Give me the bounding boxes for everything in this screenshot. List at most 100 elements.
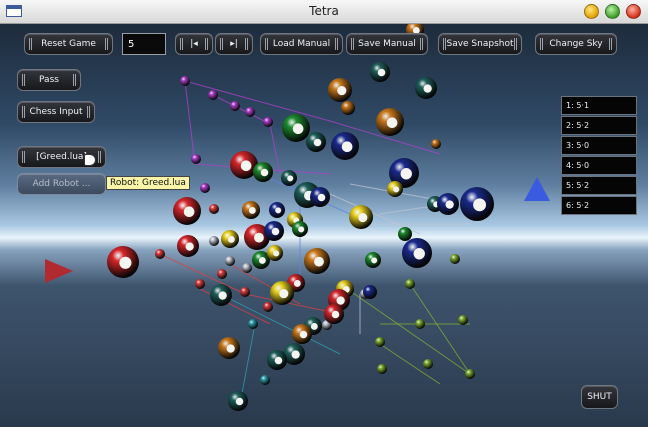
reset-game-label: Reset Game — [41, 39, 96, 49]
ball-number-spot — [287, 175, 294, 182]
shut-label: SHUT — [587, 392, 612, 402]
game-board-viewport[interactable]: Reset Game 5 |◂ ▸| Load Manual Save Manu… — [0, 24, 648, 427]
ball-number-spot — [423, 84, 432, 93]
ball-number-spot — [274, 356, 283, 365]
grip-icon — [105, 38, 108, 50]
ball-number-spot — [254, 232, 264, 243]
load-manual-button[interactable]: Load Manual — [260, 33, 343, 55]
lattice-node — [155, 249, 165, 259]
grip-icon — [22, 74, 25, 86]
ball-number-spot — [310, 323, 318, 330]
grip-icon — [87, 106, 90, 118]
ball-number-spot — [248, 207, 256, 214]
ball-number-spot — [218, 291, 227, 300]
billiard-ball-piece — [398, 227, 412, 241]
lattice-node — [423, 359, 433, 369]
close-button[interactable] — [626, 4, 641, 19]
billiard-ball-piece — [363, 285, 377, 299]
pass-button[interactable]: Pass — [17, 69, 81, 91]
ball-number-spot — [314, 256, 324, 267]
red-player-turn-marker — [45, 259, 73, 283]
ball-number-spot — [258, 257, 266, 264]
blue-player-turn-marker — [524, 177, 550, 201]
load-manual-label: Load Manual — [272, 39, 331, 49]
lattice-edge — [184, 80, 196, 165]
score-item: 2: 5·2 — [561, 116, 637, 135]
step-forward-button[interactable]: ▸| — [215, 33, 253, 55]
lattice-edge — [184, 80, 331, 122]
grip-icon — [22, 106, 25, 118]
grip-icon — [245, 38, 248, 50]
lattice-node — [465, 369, 475, 379]
grip-icon — [98, 151, 101, 163]
lattice-node — [377, 364, 387, 374]
grip-icon — [335, 38, 338, 50]
step-forward-label: ▸| — [230, 39, 238, 49]
lattice-node — [200, 183, 210, 193]
grip-icon — [180, 38, 183, 50]
save-manual-button[interactable]: Save Manual — [346, 33, 428, 55]
lattice-edge — [269, 123, 281, 175]
lattice-node — [230, 101, 240, 111]
save-snapshot-button[interactable]: Save Snapshot — [438, 33, 522, 55]
add-robot-button[interactable]: Add Robot ... — [17, 173, 106, 195]
ball-number-spot — [299, 330, 308, 339]
lattice-node — [248, 319, 258, 329]
depth-input[interactable]: 5 — [122, 33, 166, 55]
score-item: 6: 5·2 — [561, 196, 637, 215]
lattice-node — [209, 204, 219, 214]
step-back-button[interactable]: |◂ — [175, 33, 213, 55]
ball-number-spot — [341, 141, 353, 153]
ball-number-spot — [293, 280, 301, 287]
grip-icon — [351, 38, 354, 50]
ball-number-spot — [273, 250, 280, 257]
minimize-button[interactable] — [584, 4, 599, 19]
lattice-node — [263, 117, 273, 127]
ball-number-spot — [473, 198, 487, 212]
ball-number-spot — [393, 186, 400, 193]
save-manual-label: Save Manual — [358, 39, 416, 49]
ball-number-spot — [275, 207, 282, 214]
add-robot-label: Add Robot ... — [32, 179, 91, 189]
lattice-edge — [212, 94, 271, 125]
ball-number-spot — [185, 242, 194, 251]
lattice-node — [260, 375, 270, 385]
score-item: 5: 5·2 — [561, 176, 637, 195]
grip-icon — [205, 38, 208, 50]
ball-number-spot — [271, 227, 280, 236]
ball-number-spot — [260, 168, 269, 177]
ball-number-spot — [336, 296, 345, 305]
lattice-node — [405, 279, 415, 289]
grip-icon — [29, 38, 32, 50]
shut-button[interactable]: SHUT — [581, 385, 618, 409]
ball-number-spot — [445, 200, 454, 209]
ball-number-spot — [400, 168, 412, 180]
reset-game-button[interactable]: Reset Game — [24, 33, 113, 55]
chess-input-button[interactable]: Chess Input — [17, 101, 95, 123]
lattice-node — [242, 263, 252, 273]
player-score-list: 1: 5·1 2: 5·2 3: 5·0 4: 5·0 5: 5·2 6: 5·… — [561, 96, 637, 216]
robot-select-value: [Greed.lua] — [36, 152, 87, 162]
grip-icon — [220, 38, 223, 50]
lattice-node — [217, 269, 227, 279]
change-sky-label: Change Sky — [549, 39, 603, 49]
ball-number-spot — [317, 193, 326, 202]
ball-number-spot — [291, 350, 300, 359]
ball-number-spot — [226, 344, 235, 353]
ball-number-spot — [240, 160, 252, 172]
lattice-node — [245, 107, 255, 117]
ball-number-spot — [337, 86, 347, 96]
grip-icon — [420, 38, 423, 50]
grip-icon — [73, 74, 76, 86]
grip-icon — [443, 38, 446, 50]
ball-number-spot — [279, 289, 289, 299]
score-item: 4: 5·0 — [561, 156, 637, 175]
score-item: 1: 5·1 — [561, 96, 637, 115]
title-bar: Tetra — [0, 0, 648, 24]
change-sky-button[interactable]: Change Sky — [535, 33, 617, 55]
tetra-board-scene[interactable] — [0, 24, 648, 427]
lattice-node — [431, 139, 441, 149]
lattice-node — [225, 256, 235, 266]
robot-tooltip: Robot: Greed.lua — [106, 176, 190, 190]
maximize-button[interactable] — [605, 4, 620, 19]
